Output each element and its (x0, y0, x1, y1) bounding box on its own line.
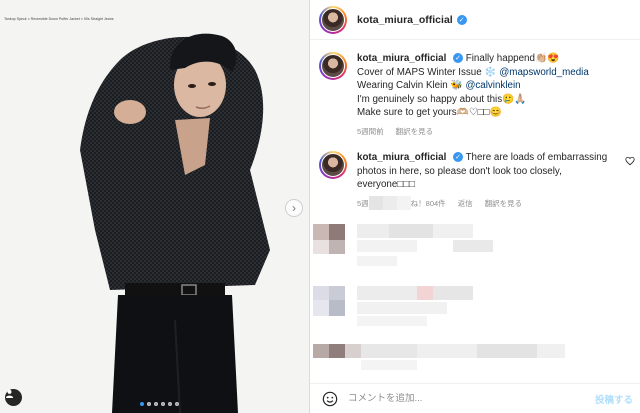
avatar-image (321, 153, 345, 177)
pixel-block (477, 344, 537, 358)
avatar-image (321, 7, 345, 32)
caption-emoji-2: ❄️ (484, 66, 497, 78)
next-slide-button[interactable]: › (285, 199, 303, 217)
pixel-block (537, 344, 565, 358)
post-photo[interactable]: Tankop Speck × Reversible Down Puffer Ja… (0, 0, 309, 413)
pixel-block (433, 224, 473, 238)
pixel-block (361, 360, 417, 370)
photo-illustration (80, 33, 270, 413)
pixelated-comments (313, 190, 638, 375)
header-username[interactable]: kota_miura_official (357, 14, 453, 26)
pixel-block (361, 344, 417, 358)
pixel-block (397, 196, 411, 210)
caption-emoji-4: 🥲🙏🏼 (502, 93, 527, 105)
pixel-block (329, 344, 345, 358)
pixel-block (369, 196, 383, 210)
caption-line-5: Make sure to get yours (357, 107, 457, 118)
pixel-block (357, 286, 417, 300)
carousel-dot (168, 402, 172, 406)
carousel-dot (175, 402, 179, 406)
pixel-block (417, 344, 477, 358)
carousel-dot (161, 402, 165, 406)
pixel-block (329, 240, 345, 254)
comment-list: kota_miura_official ✓ Finally happend👏🏼😍… (310, 52, 640, 210)
comment-input[interactable] (348, 393, 578, 404)
pixel-block (433, 286, 473, 300)
pixel-block (313, 240, 329, 254)
comment-timestamp: 5週間前 (357, 126, 384, 136)
pixel-block (313, 300, 329, 316)
pixel-block (357, 224, 389, 238)
mention-link-calvinklein[interactable]: @calvinklein (465, 80, 520, 91)
pixel-block (313, 344, 329, 358)
post-header: kota_miura_official ✓ (310, 0, 640, 40)
verified-badge-icon: ✓ (453, 53, 464, 64)
carousel-dot (154, 402, 158, 406)
avatar-image (321, 54, 345, 78)
pixel-block (313, 224, 329, 240)
avatar[interactable] (319, 5, 347, 34)
avatar[interactable] (319, 52, 347, 80)
emoji-icon[interactable] (322, 391, 338, 407)
carousel-indicator (140, 402, 179, 406)
pixel-block (345, 344, 361, 358)
pixel-block (329, 286, 345, 300)
translate-button[interactable]: 翻訳を見る (396, 125, 434, 139)
verified-badge-icon: ✓ (453, 152, 464, 163)
pixel-block (357, 302, 447, 314)
caption-emoji-3: 🐝 (450, 80, 463, 91)
carousel-dot (140, 402, 144, 406)
caption-comment: kota_miura_official ✓ Finally happend👏🏼😍… (310, 52, 640, 138)
pixel-block (453, 240, 493, 252)
carousel-dot (147, 402, 151, 406)
mention-link-maps[interactable]: @mapsworld_media (499, 67, 588, 78)
pixel-block (389, 224, 433, 238)
pixel-block (313, 286, 329, 300)
pixel-block (329, 300, 345, 316)
add-comment-bar: 投稿する (310, 383, 640, 413)
caption-line-1: Finally happend (465, 53, 535, 64)
verified-badge-icon: ✓ (456, 14, 467, 25)
caption-emoji-1: 👏🏼😍 (534, 53, 560, 64)
pixel-block (417, 286, 433, 300)
caption-line-3: Wearing Calvin Klein (357, 80, 448, 91)
caption-line-2: Cover of MAPS Winter Issue (357, 66, 482, 78)
pixel-block (357, 240, 417, 252)
pixel-block (357, 316, 427, 326)
post-comment-button[interactable]: 投稿する (595, 392, 633, 406)
pixel-block (329, 224, 345, 240)
comment-username[interactable]: kota_miura_official (357, 152, 446, 163)
person-icon (5, 389, 14, 398)
comment-username[interactable]: kota_miura_official (357, 53, 446, 64)
avatar[interactable] (319, 151, 347, 179)
like-heart-icon[interactable] (625, 156, 635, 166)
caption-line-4: I'm genuinely so happy about this (357, 93, 503, 105)
caption-emoji-5: 🫶🏼♡□□😊 (456, 107, 502, 118)
tagged-users-button[interactable] (5, 389, 22, 406)
photo-caption: Tankop Speck × Reversible Down Puffer Ja… (4, 17, 114, 21)
pixel-block (357, 256, 397, 266)
pixel-block (383, 196, 397, 210)
chevron-right-icon: › (292, 201, 296, 215)
